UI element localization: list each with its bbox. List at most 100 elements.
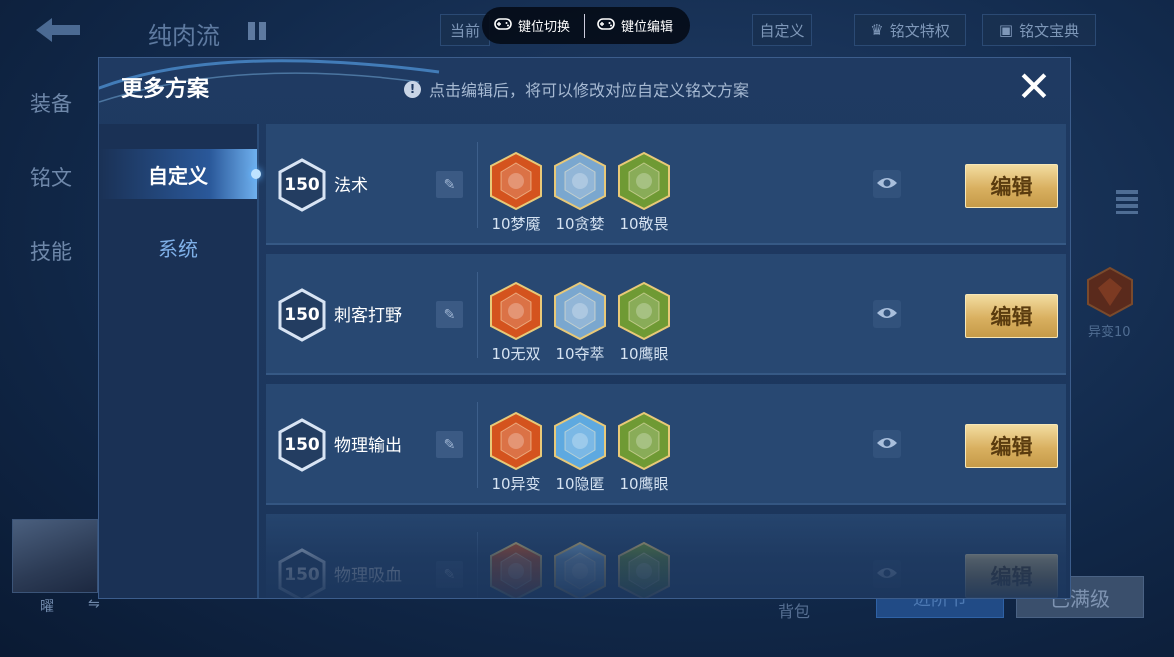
key-edit-button[interactable]: 键位编辑: [597, 16, 673, 35]
tab-custom[interactable]: 自定义: [99, 149, 257, 199]
rune-slot[interactable]: [552, 541, 608, 598]
rune-gem-icon: [617, 281, 671, 341]
preview-button[interactable]: [873, 560, 901, 588]
backpack-label[interactable]: 背包: [778, 598, 810, 622]
eye-icon: [876, 305, 898, 324]
crown-icon: ♛: [870, 21, 884, 39]
rune-slot[interactable]: [488, 541, 544, 598]
level-value: 150: [284, 175, 320, 195]
rune-slot[interactable]: [616, 541, 672, 598]
scheme-name: 刺客打野: [334, 306, 402, 326]
rune-label: 10异变: [491, 475, 541, 493]
scheme-row[interactable]: 150 物理吸血 ✎ 编辑: [266, 514, 1066, 598]
rune-gem-icon: [553, 541, 607, 598]
rune-label: 10敬畏: [619, 215, 669, 233]
rune-gem-icon: [617, 151, 671, 211]
back-arrow-icon[interactable]: [28, 14, 86, 46]
rune-slot[interactable]: 10敬畏: [616, 151, 672, 234]
rune-label: 10鹰眼: [619, 345, 669, 363]
book-icon: ▣: [998, 21, 1014, 39]
rune-slot[interactable]: 10贪婪: [552, 151, 608, 234]
avatar[interactable]: [12, 519, 98, 593]
rename-button[interactable]: ✎: [436, 431, 463, 458]
scheme-row[interactable]: 150 法术 ✎ 10梦魇 10贪婪 10敬畏 编辑: [266, 124, 1066, 245]
side-tab-equipment[interactable]: 装备: [30, 88, 72, 118]
divider: [584, 13, 586, 38]
edit-hint: ! 点击编辑后，将可以修改对应自定义铭文方案: [404, 77, 749, 101]
rune-slot[interactable]: 10梦魇: [488, 151, 544, 234]
rune-slot[interactable]: 10异变: [488, 411, 544, 494]
rune-preview-label: 异变10: [1088, 325, 1131, 340]
privilege-button[interactable]: ♛ 铭文特权: [854, 14, 966, 46]
rune-slot[interactable]: 10隐匿: [552, 411, 608, 494]
key-switch-button[interactable]: 键位切换: [482, 16, 570, 35]
rune-slot[interactable]: 10无双: [488, 281, 544, 364]
side-tab-skills[interactable]: 技能: [30, 236, 72, 266]
pencil-icon: ✎: [443, 306, 456, 323]
pencil-icon: ✎: [443, 176, 456, 193]
pencil-icon: ✎: [443, 566, 456, 583]
rune-gem-icon: [489, 411, 543, 471]
edit-button[interactable]: 编辑: [965, 294, 1058, 338]
close-icon: ✕: [1016, 62, 1052, 111]
tab-system[interactable]: 系统: [99, 222, 257, 272]
rune-slot[interactable]: 10鹰眼: [616, 281, 672, 364]
edit-label: 编辑: [990, 305, 1033, 329]
eye-icon: [876, 175, 898, 194]
rune-gem-icon: [553, 151, 607, 211]
info-icon: !: [404, 80, 421, 98]
custom-button[interactable]: 自定义: [752, 14, 812, 46]
tab-custom-label: 自定义: [148, 163, 208, 188]
rune-slot[interactable]: 10鹰眼: [616, 411, 672, 494]
preview-button[interactable]: [873, 430, 901, 458]
treasure-label: 铭文宝典: [1019, 21, 1080, 40]
rune-label: 10贪婪: [555, 215, 605, 233]
rune-label: 10无双: [491, 345, 541, 363]
rune-label: 10梦魇: [491, 215, 541, 233]
scheme-tabs: 自定义 系统: [99, 124, 257, 598]
edit-button[interactable]: 编辑: [965, 424, 1058, 468]
close-button[interactable]: ✕: [1012, 65, 1056, 109]
side-tab-runes[interactable]: 铭文: [30, 162, 72, 192]
edit-button[interactable]: 编辑: [965, 554, 1058, 598]
rune-preview-icon[interactable]: [1086, 266, 1134, 318]
grid-icon[interactable]: [248, 22, 266, 40]
edit-label: 编辑: [990, 175, 1033, 199]
rune-slot[interactable]: 10夺萃: [552, 281, 608, 364]
preview-button[interactable]: [873, 300, 901, 328]
key-switch-label: 键位切换: [518, 20, 571, 35]
divider: [477, 402, 478, 488]
level-value: 150: [284, 565, 320, 585]
rune-gem-icon: [617, 411, 671, 471]
rune-gem-icon: [489, 281, 543, 341]
rune-label: 10鹰眼: [619, 475, 669, 493]
tab-divider: [257, 124, 259, 598]
preview-button[interactable]: [873, 170, 901, 198]
list-icon[interactable]: [1116, 190, 1138, 214]
rune-gem-icon: [489, 541, 543, 598]
pencil-icon: ✎: [443, 436, 456, 453]
divider: [477, 142, 478, 228]
edit-button[interactable]: 编辑: [965, 164, 1058, 208]
rename-button[interactable]: ✎: [436, 301, 463, 328]
scheme-row[interactable]: 150 刺客打野 ✎ 10无双 10夺萃 10鹰眼 编辑: [266, 254, 1066, 375]
scheme-name: 法术: [334, 176, 368, 196]
more-schemes-dialog: 更多方案 ! 点击编辑后，将可以修改对应自定义铭文方案 ✕ 自定义 系统 150…: [98, 57, 1071, 599]
scheme-row[interactable]: 150 物理输出 ✎ 10异变 10隐匿 10鹰眼 编辑: [266, 384, 1066, 505]
edit-label: 编辑: [990, 565, 1033, 589]
gamepad-icon: [494, 17, 512, 35]
rune-gem-icon: [553, 281, 607, 341]
scheme-name: 物理输出: [334, 436, 402, 456]
key-binding-bar: 键位切换 键位编辑: [482, 7, 690, 44]
rename-button[interactable]: ✎: [436, 171, 463, 198]
rune-gem-icon: [553, 411, 607, 471]
treasure-button[interactable]: ▣ 铭文宝典: [982, 14, 1096, 46]
eye-icon: [876, 565, 898, 584]
current-label: 当前: [449, 21, 480, 40]
divider: [477, 532, 478, 598]
divider: [477, 272, 478, 358]
rune-label: 10隐匿: [555, 475, 605, 493]
active-tab-indicator: [251, 169, 261, 179]
rename-button[interactable]: ✎: [436, 561, 463, 588]
scheme-list[interactable]: 150 法术 ✎ 10梦魇 10贪婪 10敬畏 编辑 150 刺客打野 ✎ 10无双 10夺萃 10鹰眼…: [266, 124, 1066, 598]
